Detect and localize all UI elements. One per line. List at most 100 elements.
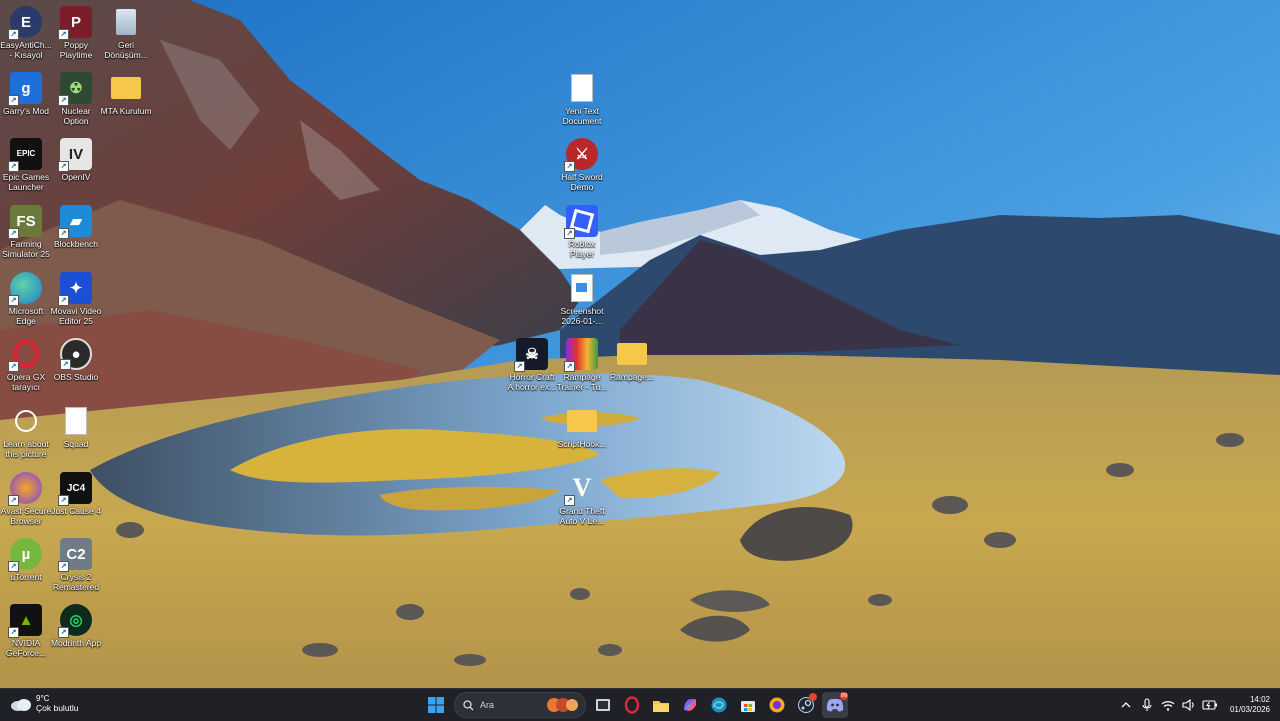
image-file-icon	[566, 272, 598, 304]
store-icon	[741, 701, 755, 712]
desktop-icon-yeni-text-document[interactable]: Yeni Text Document	[556, 72, 608, 126]
nuclear-option-icon: ☢ ↗	[58, 72, 92, 106]
desktop-icon-scripthook[interactable]: ScriptHook...	[556, 405, 608, 449]
horror-craft-icon: ☠ ↗	[514, 338, 548, 372]
desktop-icon-rampage-folder[interactable]: Rampage...	[606, 338, 658, 382]
taskbar-search[interactable]: Ara	[454, 692, 586, 718]
desktop-icon-modrinth[interactable]: ◎ ↗ Modrinth App	[50, 604, 102, 648]
avast-icon	[769, 697, 785, 713]
openiv-icon: IV ↗	[58, 138, 92, 172]
volume-button[interactable]	[1180, 696, 1198, 714]
desktop-icon-label: Just Cause 4	[51, 506, 101, 516]
taskbar-file-explorer[interactable]	[648, 692, 674, 718]
copilot-icon	[684, 699, 696, 711]
desktop-icon-label: Opera GX tarayıcı	[6, 372, 46, 392]
desktop-icon-label: Avast Secure Browser	[0, 506, 52, 526]
desktop-icon-label: Microsoft Edge	[8, 306, 44, 326]
desktop-icon-squad[interactable]: Squad	[50, 405, 102, 449]
avast-icon: ↗	[8, 472, 42, 506]
desktop-icon-label: Poppy Playtime	[59, 40, 93, 60]
system-tray: 14:02 01/03/2026	[1117, 689, 1280, 721]
wifi-icon	[1161, 700, 1175, 711]
desktop-icon-label: Learn about this picture	[3, 439, 49, 459]
desktop-icon-label: ScriptHook...	[557, 439, 607, 449]
desktop-icon-label: Half Sword Demo	[561, 172, 603, 192]
battery-charging-icon	[1202, 700, 1217, 710]
file-icon	[60, 405, 92, 437]
desktop-icon-label: Roblox Player	[568, 239, 596, 259]
desktop-icon-label: NVIDIA GeForce...	[5, 638, 47, 658]
desktop-icon-gta-v[interactable]: V ↗ Grand Theft Auto V Le...	[556, 472, 608, 526]
desktop-icon-label: Movavi Video Editor 25	[50, 306, 102, 326]
desktop-icon-label: Grand Theft Auto V Le...	[559, 506, 605, 526]
epic-games-icon: EPIC ↗	[8, 138, 42, 172]
weather-description: Çok bulutlu	[36, 703, 79, 713]
opera-gx-icon: ↗	[8, 338, 42, 372]
weather-temperature: 9°C	[36, 694, 50, 703]
taskbar-clock[interactable]: 14:02 01/03/2026	[1230, 695, 1270, 715]
desktop-icon-label: Garry's Mod	[2, 106, 50, 116]
easyanticheat-icon: E ↗	[8, 6, 42, 40]
taskbar-opera[interactable]	[619, 692, 645, 718]
desktop-icon-avast-browser[interactable]: ↗ Avast Secure Browser	[0, 472, 52, 526]
desktop-icon-roblox[interactable]: ↗ Roblox Player	[556, 205, 608, 259]
network-button[interactable]	[1159, 696, 1177, 714]
desktop-icon-easyanticheat[interactable]: E ↗ EasyAntiCh... - Kısayol	[0, 6, 52, 60]
weather-widget[interactable]: 9°C Çok bulutlu	[10, 694, 79, 714]
task-view-button[interactable]	[590, 692, 616, 718]
desktop-icon-nuclear-option[interactable]: ☢ ↗ Nuclear Option	[50, 72, 102, 126]
show-hidden-icons-button[interactable]	[1117, 696, 1135, 714]
taskbar-apps: Ara 99	[423, 692, 851, 718]
taskbar-store[interactable]	[735, 692, 761, 718]
desktop-icon-label: Blockbench	[54, 239, 98, 249]
microphone-button[interactable]	[1138, 696, 1156, 714]
battery-button[interactable]	[1201, 696, 1219, 714]
desktop-icon-label: EasyAntiCh... - Kısayol	[0, 40, 52, 60]
desktop-icon-label: Farming Simulator 25	[2, 239, 50, 259]
desktop-icon-blockbench[interactable]: ▰ ↗ Blockbench	[50, 205, 102, 249]
desktop-icon-epic-games[interactable]: EPIC ↗ Epic Games Launcher	[0, 138, 52, 192]
folder-icon	[653, 700, 669, 712]
desktop-icon-movavi[interactable]: ✦ ↗ Movavi Video Editor 25	[50, 272, 102, 326]
desktop-icon-rampage-trainer[interactable]: ↗ Rampage Trainer - Tu...	[556, 338, 608, 392]
desktop-icon-horror-craft[interactable]: ☠ ↗ Horror Craft A horror ex...	[506, 338, 558, 392]
taskbar-edge[interactable]	[706, 692, 732, 718]
folder-icon	[616, 338, 648, 370]
search-highlight-icon	[547, 698, 578, 712]
desktop-icon-utorrent[interactable]: µ ↗ uTorrent	[0, 538, 52, 582]
farming-simulator-icon: FS ↗	[8, 205, 42, 239]
microphone-icon	[1142, 698, 1152, 711]
desktop-icon-obs[interactable]: ● ↗ OBS Studio	[50, 338, 102, 382]
desktop-icon-learn-picture[interactable]: Learn about this picture	[0, 405, 52, 459]
poppy-playtime-icon: P ↗	[58, 6, 92, 40]
desktop-icon-just-cause[interactable]: JC4 ↗ Just Cause 4	[50, 472, 102, 516]
blockbench-icon: ▰ ↗	[58, 205, 92, 239]
desktop-icon-opera-gx[interactable]: ↗ Opera GX tarayıcı	[0, 338, 52, 392]
start-button[interactable]	[423, 692, 449, 718]
desktop-icon-poppy-playtime[interactable]: P ↗ Poppy Playtime	[50, 6, 102, 60]
taskbar-steam[interactable]	[793, 692, 819, 718]
desktop-icon-microsoft-edge[interactable]: ↗ Microsoft Edge	[0, 272, 52, 326]
text-file-icon	[566, 72, 598, 104]
windows-icon	[428, 697, 444, 713]
clock-time: 14:02	[1249, 695, 1270, 704]
desktop-icon-recycle-bin[interactable]: Geri Dönüşüm...	[100, 6, 152, 60]
half-sword-icon: ⚔ ↗	[564, 138, 598, 172]
taskbar-copilot[interactable]	[677, 692, 703, 718]
taskbar-discord[interactable]: 99	[822, 692, 848, 718]
desktop-icon-screenshot[interactable]: Screenshot 2026-01-...	[556, 272, 608, 326]
taskbar: 9°C Çok bulutlu Ara 99 14:02 01/03/2026	[0, 688, 1280, 721]
desktop-icon-garrys-mod[interactable]: g ↗ Garry's Mod	[0, 72, 52, 116]
crysis-icon: C2 ↗	[58, 538, 92, 572]
opera-icon	[624, 696, 640, 714]
desktop-icon-nvidia[interactable]: ▲ ↗ NVIDIA GeForce...	[0, 604, 52, 658]
clock-date: 01/03/2026	[1229, 705, 1270, 714]
taskbar-avast-browser[interactable]	[764, 692, 790, 718]
desktop-icon-openiv[interactable]: IV ↗ OpenIV	[50, 138, 102, 182]
desktop-icon-crysis[interactable]: C2 ↗ Crysis 2 Remastered	[50, 538, 102, 592]
desktop-icon-half-sword[interactable]: ⚔ ↗ Half Sword Demo	[556, 138, 608, 192]
desktop-icon-farming-simulator[interactable]: FS ↗ Farming Simulator 25	[0, 205, 52, 259]
desktop-icon-label: Screenshot 2026-01-...	[560, 306, 604, 326]
desktop-icon-mta-kurulum[interactable]: MTA Kurulum	[100, 72, 152, 116]
desktop-icon-label: OBS Studio	[53, 372, 99, 382]
